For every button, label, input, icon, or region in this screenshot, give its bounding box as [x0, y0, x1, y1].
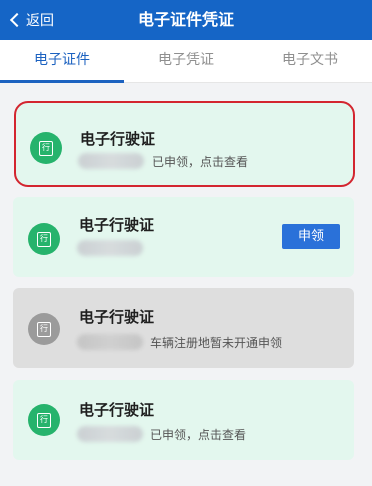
- card-title: 电子行驶证: [80, 130, 156, 148]
- redacted-plate-number: [78, 153, 144, 169]
- tab-electronic-vouchers[interactable]: 电子凭证: [124, 40, 248, 82]
- tab-electronic-documents[interactable]: 电子文书: [248, 40, 372, 82]
- card-title: 电子行驶证: [79, 216, 155, 234]
- apply-button[interactable]: 申领: [282, 224, 340, 249]
- card-status: 已申领，点击查看: [150, 428, 247, 442]
- license-icon: 行: [28, 404, 60, 436]
- license-card-1[interactable]: 行 电子行驶证 已申领，点击查看: [14, 101, 355, 187]
- license-card-4[interactable]: 行 电子行驶证 已申领，点击查看: [13, 380, 354, 460]
- tab-electronic-certificates[interactable]: 电子证件: [0, 40, 124, 83]
- card-status: 车辆注册地暂未开通申领: [150, 336, 283, 350]
- license-card-2[interactable]: 行 电子行驶证 申领: [13, 197, 354, 277]
- redacted-plate-number: [77, 240, 143, 256]
- license-card-3: 行 电子行驶证 车辆注册地暂未开通申领: [13, 288, 354, 368]
- license-icon: 行: [28, 223, 60, 255]
- license-icon: 行: [30, 132, 62, 164]
- license-icon: 行: [28, 313, 60, 345]
- header-bar: 返回 电子证件凭证: [0, 0, 372, 40]
- card-status: 已申领，点击查看: [152, 155, 249, 169]
- redacted-plate-number: [77, 426, 143, 442]
- page-title: 电子证件凭证: [137, 10, 234, 29]
- card-title: 电子行驶证: [79, 308, 155, 326]
- redacted-plate-number: [77, 334, 143, 350]
- card-title: 电子行驶证: [79, 401, 155, 419]
- tab-bar: 电子证件 电子凭证 电子文书: [0, 40, 372, 83]
